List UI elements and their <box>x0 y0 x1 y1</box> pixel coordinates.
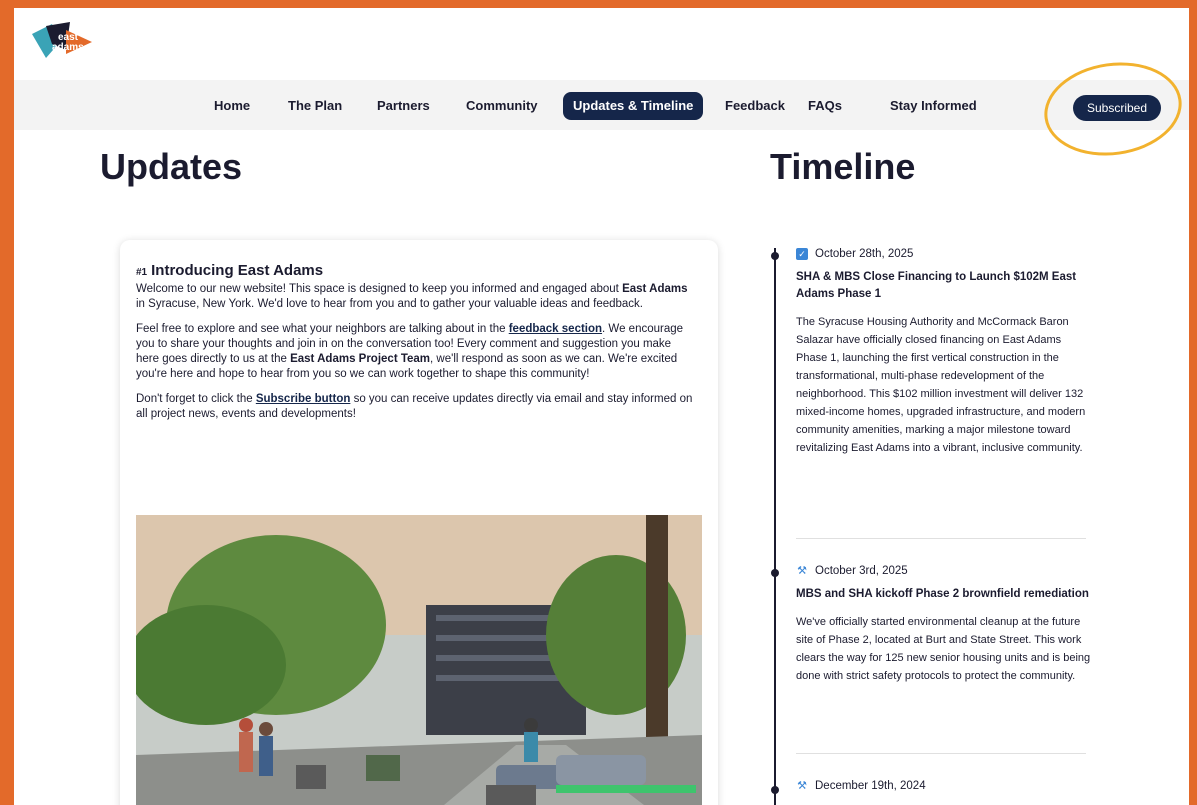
post-paragraph-2: Feel free to explore and see what your n… <box>136 322 696 382</box>
main-nav: Home The Plan Partners Community Updates… <box>14 80 1189 130</box>
post-number: #1 <box>136 267 148 278</box>
timeline-title: SHA & MBS Close Financing to Launch $102… <box>796 271 1077 300</box>
text: Feel free to explore and see what your n… <box>136 323 509 335</box>
nav-feedback[interactable]: Feedback <box>715 92 795 120</box>
post-body: #1 Introducing East Adams Welcome to our … <box>136 262 696 422</box>
browser-page: east adams Home The Plan Partners Commun… <box>14 8 1189 805</box>
nav-community[interactable]: Community <box>456 92 548 120</box>
timeline-entry: ⚒ December 19th, 2024 <box>796 780 1091 792</box>
nav-the-plan[interactable]: The Plan <box>278 92 352 120</box>
timeline-date-row: ⚒ December 19th, 2024 <box>796 780 1091 792</box>
post-paragraph-3: Don't forget to click the Subscribe butt… <box>136 392 696 422</box>
timeline-date: October 3rd, 2025 <box>815 565 908 577</box>
timeline-date: October 28th, 2025 <box>815 248 914 260</box>
subscribed-button[interactable]: Subscribed <box>1073 95 1161 121</box>
tools-icon: ⚒ <box>797 780 807 792</box>
post-title-text: Introducing East Adams <box>151 262 324 279</box>
timeline-entry: ✓ October 28th, 2025 SHA & MBS Close Fin… <box>796 248 1091 457</box>
timeline-heading: Timeline <box>770 146 916 187</box>
nav-stay-informed[interactable]: Stay Informed <box>880 92 987 120</box>
timeline-dot <box>771 569 779 577</box>
nav-home[interactable]: Home <box>204 92 260 120</box>
text: Welcome to our new website! This space i… <box>136 283 623 295</box>
subscribe-button-link[interactable]: Subscribe button <box>256 393 351 405</box>
timeline-date-row: ✓ October 28th, 2025 <box>796 248 1091 260</box>
feedback-section-link[interactable]: feedback section <box>509 323 602 335</box>
timeline-date: December 19th, 2024 <box>815 780 926 792</box>
timeline-date-row: ⚒ October 3rd, 2025 <box>796 565 1091 577</box>
timeline-entry: ⚒ October 3rd, 2025 MBS and SHA kickoff … <box>796 565 1091 685</box>
nav-faqs[interactable]: FAQs <box>798 92 852 120</box>
nav-partners[interactable]: Partners <box>367 92 440 120</box>
svg-text:adams: adams <box>52 42 84 53</box>
timeline-title: MBS and SHA kickoff Phase 2 brownfield r… <box>796 588 1089 600</box>
text: Don't forget to click the <box>136 393 256 405</box>
timeline-dot <box>771 786 779 794</box>
timeline-line <box>774 248 776 805</box>
updates-heading: Updates <box>100 146 243 187</box>
nav-updates-timeline[interactable]: Updates & Timeline <box>563 92 704 120</box>
text: in Syracuse, New York. We'd love to hear… <box>136 298 644 310</box>
timeline-body: We've officially started environmental c… <box>796 616 1091 682</box>
timeline-body: The Syracuse Housing Authority and McCor… <box>796 316 1086 454</box>
east-adams-logo[interactable]: east adams <box>30 20 100 64</box>
tools-icon: ⚒ <box>797 565 807 577</box>
street-rendering-image <box>136 515 702 805</box>
timeline-divider <box>796 538 1086 539</box>
bold-text: East Adams Project Team <box>290 353 431 365</box>
timeline-divider <box>796 753 1086 754</box>
post-paragraph-1: Welcome to our new website! This space i… <box>136 282 696 312</box>
bold-text: East Adams <box>622 283 688 295</box>
check-box-icon: ✓ <box>796 248 808 260</box>
update-post-card: #1 Introducing East Adams Welcome to our … <box>120 240 718 805</box>
post-title: #1 Introducing East Adams <box>136 262 696 282</box>
timeline-dot <box>771 252 779 260</box>
